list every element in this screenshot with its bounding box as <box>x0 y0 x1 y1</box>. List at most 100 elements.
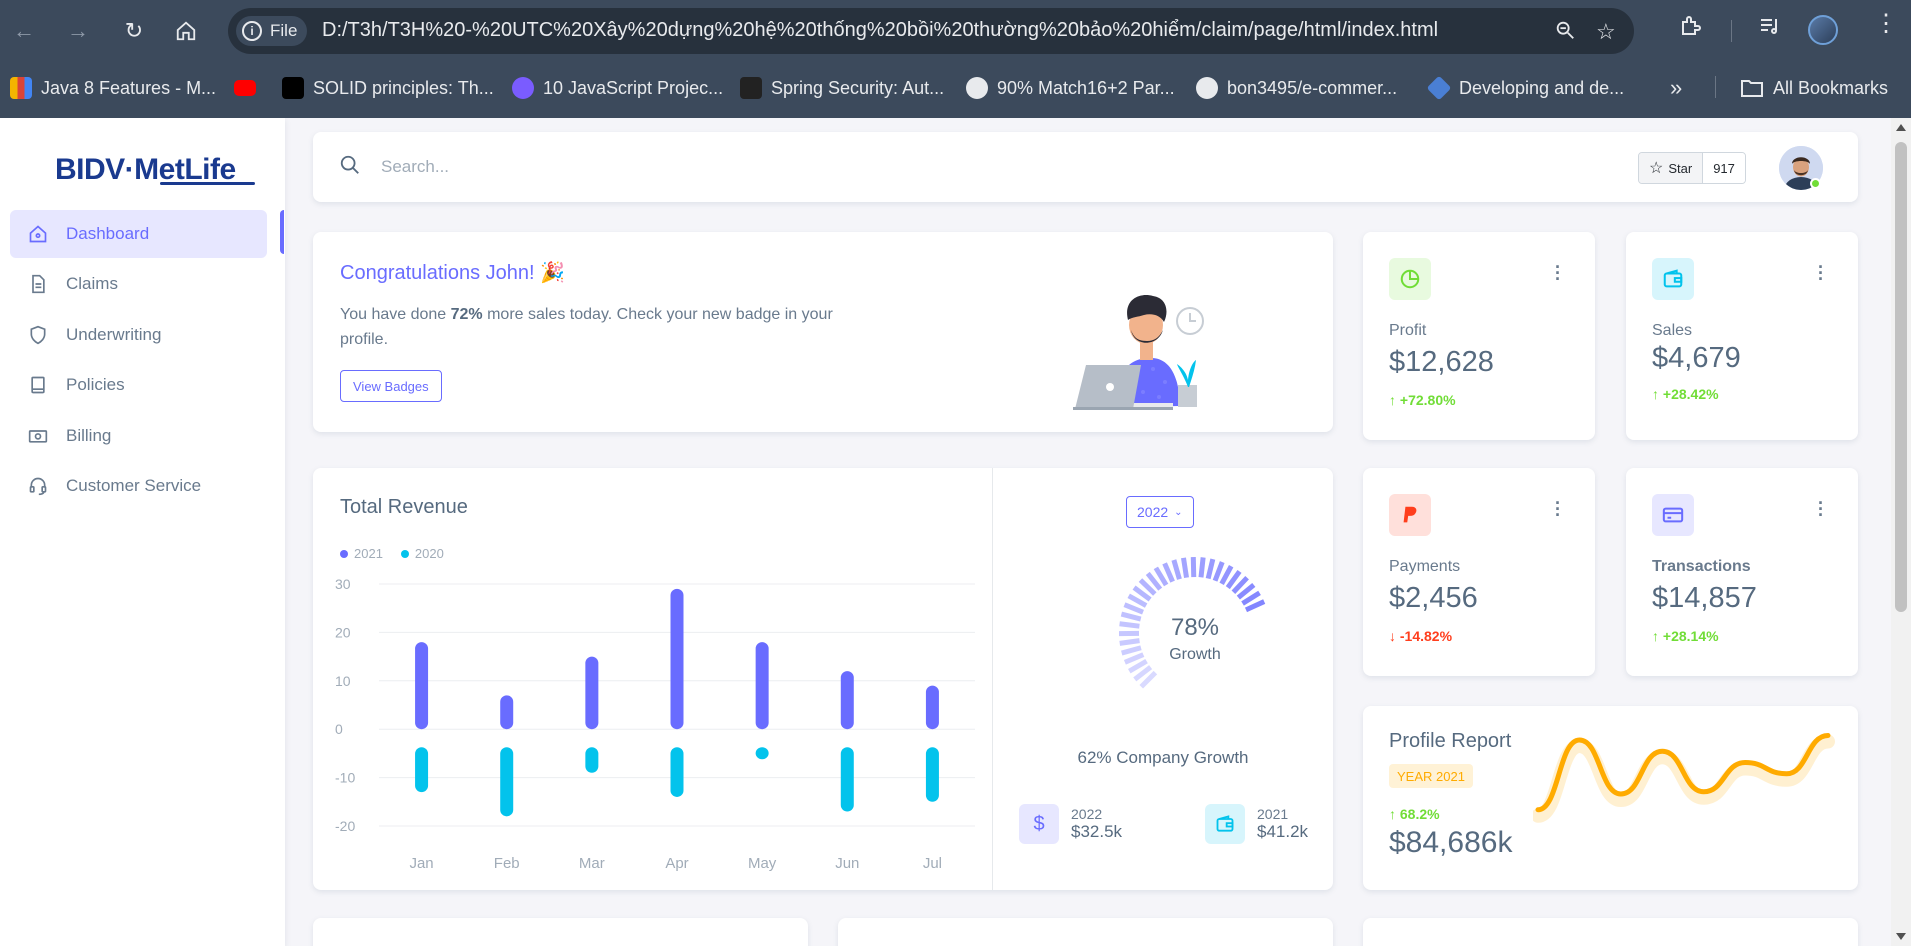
stat-label: Transactions <box>1652 558 1751 575</box>
mini-value: $32.5k <box>1071 822 1123 841</box>
year-dropdown-button[interactable]: 2022 ⌄ <box>1126 496 1194 528</box>
scroll-up-arrow-icon[interactable] <box>1896 124 1906 131</box>
sidebar-item-dashboard[interactable]: Dashboard <box>10 210 267 258</box>
extensions-icon[interactable] <box>1678 14 1702 44</box>
bookmark-5[interactable]: 90% Match16+2 Par... <box>966 74 1175 102</box>
options-menu-icon[interactable]: · · · <box>1818 494 1824 524</box>
y-tick-label: 10 <box>335 673 351 689</box>
active-indicator <box>280 210 284 254</box>
stat-label: Payments <box>1389 558 1461 575</box>
bar-2020-Apr[interactable] <box>670 747 684 797</box>
stat-change: ↑ +28.14% <box>1652 628 1719 644</box>
forward-icon[interactable]: → <box>60 13 96 49</box>
x-tick-label: Jun <box>835 855 859 872</box>
stat-change-value: +28.42% <box>1662 386 1719 402</box>
search-input[interactable] <box>381 154 781 180</box>
media-icon[interactable] <box>1758 14 1782 44</box>
browser-chrome: ← → ↻ i File D:/T3h/T3H%20-%20UTC%20Xây%… <box>0 0 1911 118</box>
zoom-icon[interactable] <box>1554 19 1576 47</box>
back-icon[interactable]: ← <box>6 13 42 49</box>
gauge-tick <box>1181 557 1189 579</box>
globe-icon <box>966 77 988 99</box>
bar-2020-May[interactable] <box>755 747 769 760</box>
sidebar-item-claims[interactable]: Claims <box>10 260 267 308</box>
all-bookmarks-button[interactable]: All Bookmarks <box>1740 74 1888 102</box>
bar-2021-May[interactable] <box>755 642 769 730</box>
congrats-text: You have done 72% more sales today. Chec… <box>340 302 860 352</box>
bar-2020-Jun[interactable] <box>840 747 854 812</box>
bar-2020-Mar[interactable] <box>585 747 599 773</box>
browser-profile-avatar[interactable] <box>1808 15 1838 45</box>
browser-menu-icon[interactable]: ⋮ <box>1874 12 1898 36</box>
legend-item[interactable]: 2020 <box>400 546 444 561</box>
scroll-down-arrow-icon[interactable] <box>1896 933 1906 940</box>
options-menu-icon[interactable]: · · · <box>1818 258 1824 288</box>
more-bookmarks-icon[interactable]: » <box>1670 74 1682 102</box>
browser-toolbar: ← → ↻ i File D:/T3h/T3H%20-%20UTC%20Xây%… <box>0 0 1911 62</box>
bookmark-3[interactable]: 10 JavaScript Projec... <box>512 74 723 102</box>
wallet-icon <box>1205 804 1245 844</box>
bookmark-4[interactable]: Spring Security: Aut... <box>740 74 944 102</box>
bar-2021-Feb[interactable] <box>500 695 514 730</box>
bookmark-label: 10 JavaScript Projec... <box>543 77 724 98</box>
bar-2020-Jan[interactable] <box>415 747 429 793</box>
stat-change: ↑ +72.80% <box>1389 392 1456 408</box>
reload-icon[interactable]: ↻ <box>116 13 152 49</box>
gauge-tick <box>1162 562 1175 583</box>
site-info-chip[interactable]: i File <box>236 16 308 46</box>
bottom-card-3 <box>1363 918 1858 946</box>
stat-change-value: -14.82% <box>1399 628 1453 644</box>
address-bar[interactable]: i File D:/T3h/T3H%20-%20UTC%20Xây%20dựng… <box>228 8 1634 54</box>
bar-2021-Apr[interactable] <box>670 588 684 730</box>
sidebar-item-customer-service[interactable]: Customer Service <box>10 462 267 510</box>
bookmarks-bar: Java 8 Features - M... SOLID principles:… <box>0 70 1911 106</box>
sidebar-item-underwriting[interactable]: Underwriting <box>10 311 267 359</box>
options-menu-icon[interactable]: · · · <box>1555 494 1561 524</box>
home-button[interactable] <box>168 13 204 49</box>
vertical-scrollbar[interactable] <box>1891 118 1911 946</box>
search-icon[interactable] <box>339 154 361 181</box>
bookmark-6[interactable]: bon3495/e-commer... <box>1196 74 1397 102</box>
legend-label: 2020 <box>414 546 444 561</box>
bookmark-7[interactable]: Developing and de... <box>1426 74 1624 102</box>
bar-2021-Jan[interactable] <box>415 642 429 730</box>
bar-2021-Mar[interactable] <box>585 656 599 730</box>
arrow-up-icon: ↑ <box>1389 806 1396 822</box>
bar-2021-Jun[interactable] <box>840 671 854 730</box>
scrollbar-thumb[interactable] <box>1895 142 1907 612</box>
url-text[interactable]: D:/T3h/T3H%20-%20UTC%20Xây%20dựng%20hệ%2… <box>322 19 1438 42</box>
online-status-dot <box>1810 178 1821 189</box>
gauge-tick <box>1212 561 1225 582</box>
bookmark-1[interactable] <box>234 74 256 102</box>
bookmark-star-icon[interactable]: ☆ <box>1596 19 1616 45</box>
view-badges-button[interactable]: View Badges <box>340 370 442 402</box>
home-icon <box>28 224 48 244</box>
star-button-left[interactable]: ☆ Star <box>1639 153 1704 183</box>
congrats-text-bold: 72% <box>450 306 483 323</box>
sidebar-item-policies[interactable]: Policies <box>10 361 267 409</box>
options-menu-icon[interactable]: · · · <box>1555 258 1561 288</box>
github-star-button[interactable]: ☆ Star 917 <box>1638 152 1746 184</box>
mini-year: 2021 <box>1257 806 1289 822</box>
bookmark-2[interactable]: SOLID principles: Th... <box>282 74 494 102</box>
all-bookmarks-label: All Bookmarks <box>1773 77 1889 98</box>
stat-card-payments: · · · Payments $2,456 ↓ -14.82% <box>1363 468 1595 676</box>
legend-dot <box>340 549 348 558</box>
legend-item[interactable]: 2021 <box>340 546 383 561</box>
stat-value: $14,857 <box>1652 582 1757 614</box>
bar-2020-Feb[interactable] <box>500 747 514 817</box>
bar-2021-Jul[interactable] <box>925 685 939 730</box>
bookmark-0[interactable]: Java 8 Features - M... <box>10 74 216 102</box>
congrats-text-pre: You have done <box>340 306 451 323</box>
bar-2020-Jul[interactable] <box>925 747 939 802</box>
congrats-title: Congratulations John! 🎉 <box>340 262 566 284</box>
document-icon <box>28 274 48 294</box>
profile-report-change-value: 68.2% <box>1399 806 1440 822</box>
sidebar-item-billing[interactable]: Billing <box>10 412 267 460</box>
shield-icon <box>28 325 48 345</box>
y-tick-label: 20 <box>335 624 351 640</box>
page-viewport: BIDV·MetLife Dashboard Claims Underwriti… <box>0 118 1891 946</box>
sidebar-item-label: Customer Service <box>66 476 202 495</box>
star-count[interactable]: 917 <box>1703 153 1745 183</box>
stat-label: Profit <box>1389 322 1427 339</box>
